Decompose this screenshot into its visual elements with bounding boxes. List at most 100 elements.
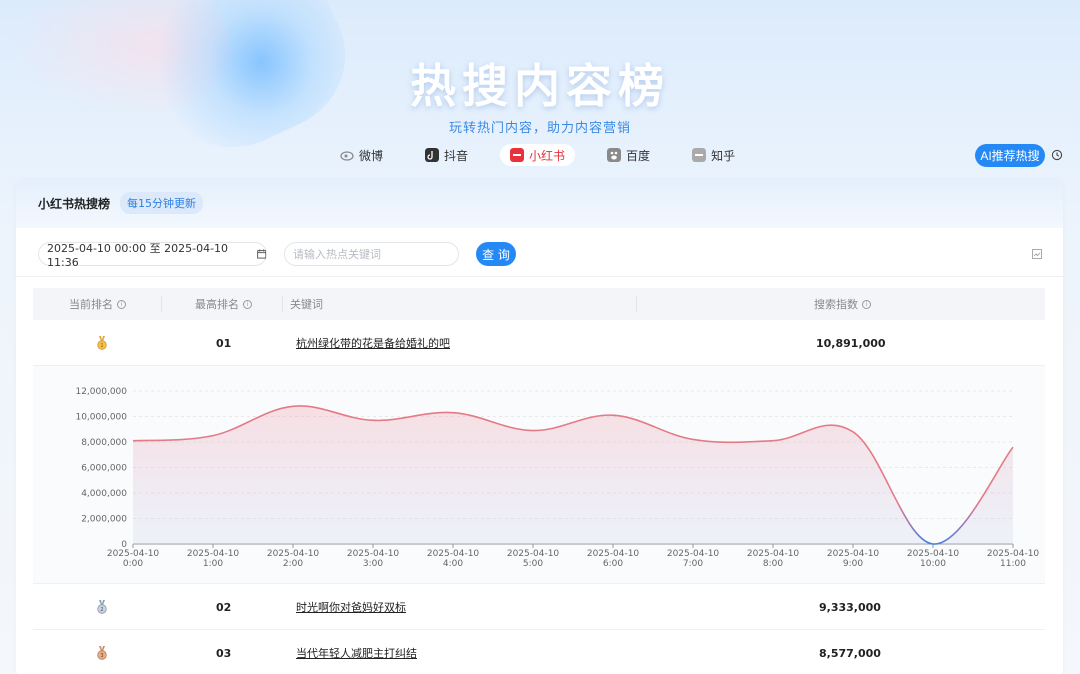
x-tick-time-label: 5:00 — [523, 559, 543, 569]
header-search-index: 搜索指数 i — [814, 288, 871, 320]
xiaohongshu-icon — [510, 148, 525, 162]
current-rank-cell: 2 — [96, 584, 108, 630]
info-icon[interactable]: i — [117, 299, 126, 309]
x-tick-time-label: 3:00 — [363, 559, 383, 569]
x-tick-time-label: 4:00 — [443, 559, 463, 569]
weibo-icon — [340, 151, 354, 161]
gold-medal-icon: 1 — [97, 336, 107, 350]
date-range-picker[interactable]: 2025-04-10 00:00 至 2025-04-10 11:36 — [38, 241, 267, 269]
x-tick-date-label: 2025-04-10 — [827, 549, 880, 559]
keyword-cell: 杭州绿化带的花是备给婚礼的吧 — [296, 320, 450, 366]
peak-rank-cell: 02 — [216, 600, 232, 614]
x-tick-time-label: 8:00 — [763, 559, 783, 569]
export-icon[interactable] — [1032, 249, 1042, 259]
x-tick-date-label: 2025-04-10 — [987, 549, 1040, 559]
x-tick-date-label: 2025-04-10 — [587, 549, 640, 559]
peak-rank-cell: 03 — [216, 646, 232, 660]
table-row[interactable]: 1 01 杭州绿化带的花是备给婚礼的吧 10,891,000 — [33, 320, 1045, 366]
divider — [16, 276, 1063, 277]
table-header: 当前排名 i 最高排名 i 关键词 搜索指数 i — [33, 288, 1045, 320]
y-tick-label: 10,000,000 — [75, 413, 127, 423]
current-rank-cell: 3 — [96, 630, 108, 674]
x-tick-date-label: 2025-04-10 — [347, 549, 400, 559]
x-tick-time-label: 2:00 — [283, 559, 303, 569]
peak-rank-cell: 01 — [216, 336, 232, 350]
calendar-icon — [256, 249, 266, 259]
tab-label: 百度 — [626, 148, 651, 163]
keyword-cell: 当代年轻人减肥主打纠结 — [296, 630, 417, 674]
column-separator — [161, 296, 162, 312]
history-icon[interactable] — [1051, 149, 1063, 161]
search-index-cell: 8,577,000 — [819, 646, 881, 660]
tab-zhihu[interactable]: 知乎 — [682, 144, 745, 166]
bronze-medal-icon: 3 — [97, 646, 107, 660]
header-label: 最高排名 — [195, 298, 239, 311]
y-tick-label: 4,000,000 — [81, 489, 127, 499]
header-label: 搜索指数 — [814, 298, 858, 311]
tab-weibo[interactable]: 微博 — [330, 144, 393, 166]
header-label: 关键词 — [290, 298, 323, 311]
keyword-cell: 时光啊你对爸妈好双标 — [296, 584, 406, 630]
trend-chart: 0 2,000,000 4,000,000 6,000,000 8,000,000 10,… — [33, 366, 1045, 584]
x-tick-date-label: 2025-04-10 — [427, 549, 480, 559]
tab-label: 小红书 — [529, 148, 566, 163]
tab-douyin[interactable]: 抖音 — [415, 144, 478, 166]
card-header: 小红书热搜榜 每15分钟更新 — [16, 178, 1063, 228]
y-tick-label: 2,000,000 — [81, 515, 127, 525]
header-keyword: 关键词 — [290, 288, 323, 320]
current-rank-cell: 1 — [96, 320, 108, 366]
zhihu-icon — [692, 148, 707, 162]
header-peak-rank: 最高排名 i — [195, 288, 252, 320]
info-icon[interactable]: i — [862, 299, 871, 309]
filter-row: 2025-04-10 00:00 至 2025-04-10 11:36 查 询 — [38, 241, 1048, 269]
series-area — [133, 405, 1013, 545]
silver-medal-icon: 2 — [97, 600, 107, 614]
query-button[interactable]: 查 询 — [476, 242, 516, 266]
keyword-search-input[interactable] — [284, 242, 459, 266]
info-icon[interactable]: i — [243, 299, 252, 309]
tab-label: 知乎 — [711, 148, 736, 163]
svg-text:3: 3 — [100, 653, 103, 659]
header-label: 当前排名 — [69, 298, 113, 311]
x-tick-date-label: 2025-04-10 — [507, 549, 560, 559]
date-range-value: 2025-04-10 00:00 至 2025-04-10 11:36 — [47, 241, 229, 269]
table-row[interactable]: 3 03 当代年轻人减肥主打纠结 8,577,000 — [33, 630, 1045, 674]
x-tick-time-label: 10:00 — [920, 559, 946, 569]
ai-recommend-button[interactable]: AI推荐热搜 — [975, 144, 1045, 167]
tab-label: 微博 — [359, 148, 384, 163]
baidu-icon — [607, 148, 622, 162]
y-tick-label: 8,000,000 — [81, 438, 127, 448]
y-tick-label: 6,000,000 — [81, 464, 127, 474]
update-badge: 每15分钟更新 — [120, 192, 204, 214]
x-tick-date-label: 2025-04-10 — [107, 549, 160, 559]
platform-tabs: 微博 抖音 小红书 百度 知乎 — [330, 144, 767, 166]
search-index-cell: 10,891,000 — [816, 336, 886, 350]
x-tick-time-label: 11:00 — [1000, 559, 1026, 569]
table-row[interactable]: 2 02 时光啊你对爸妈好双标 9,333,000 — [33, 584, 1045, 630]
x-tick-time-label: 7:00 — [683, 559, 703, 569]
page-title: 热搜内容榜 — [410, 59, 670, 113]
x-tick-date-label: 2025-04-10 — [187, 549, 240, 559]
keyword-link[interactable]: 时光啊你对爸妈好双标 — [296, 599, 406, 615]
tab-baidu[interactable]: 百度 — [597, 144, 660, 166]
tab-xiaohongshu[interactable]: 小红书 — [500, 144, 576, 166]
card-title: 小红书热搜榜 — [38, 196, 111, 211]
keyword-link[interactable]: 杭州绿化带的花是备给婚礼的吧 — [296, 335, 450, 351]
x-tick-time-label: 0:00 — [123, 559, 143, 569]
x-tick-date-label: 2025-04-10 — [267, 549, 320, 559]
search-index-cell: 9,333,000 — [819, 600, 881, 614]
x-tick-date-label: 2025-04-10 — [907, 549, 960, 559]
svg-text:1: 1 — [100, 343, 103, 349]
column-separator — [636, 296, 637, 312]
x-tick-time-label: 1:00 — [203, 559, 223, 569]
hot-search-card: 小红书热搜榜 每15分钟更新 2025-04-10 00:00 至 2025-0… — [16, 178, 1063, 674]
column-separator — [282, 296, 283, 312]
tab-label: 抖音 — [444, 148, 469, 163]
x-tick-time-label: 6:00 — [603, 559, 623, 569]
keyword-link[interactable]: 当代年轻人减肥主打纠结 — [296, 645, 417, 661]
douyin-icon — [425, 148, 440, 162]
x-tick-date-label: 2025-04-10 — [667, 549, 720, 559]
header-current-rank: 当前排名 i — [69, 288, 126, 320]
y-tick-label: 12,000,000 — [75, 387, 127, 397]
page-subtitle: 玩转热门内容，助力内容营销 — [448, 121, 631, 136]
